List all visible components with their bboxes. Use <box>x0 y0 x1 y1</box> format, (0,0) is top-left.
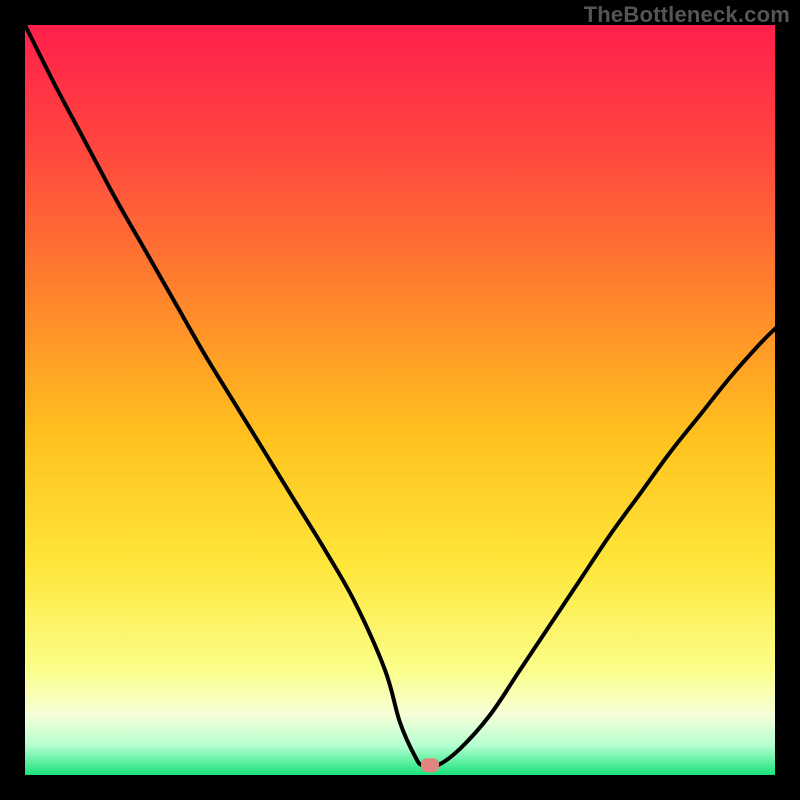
chart-frame: TheBottleneck.com <box>0 0 800 800</box>
gradient-background <box>25 25 775 775</box>
optimum-marker <box>421 758 439 772</box>
chart-svg <box>25 25 775 775</box>
plot-area <box>25 25 775 775</box>
watermark-text: TheBottleneck.com <box>584 2 790 28</box>
